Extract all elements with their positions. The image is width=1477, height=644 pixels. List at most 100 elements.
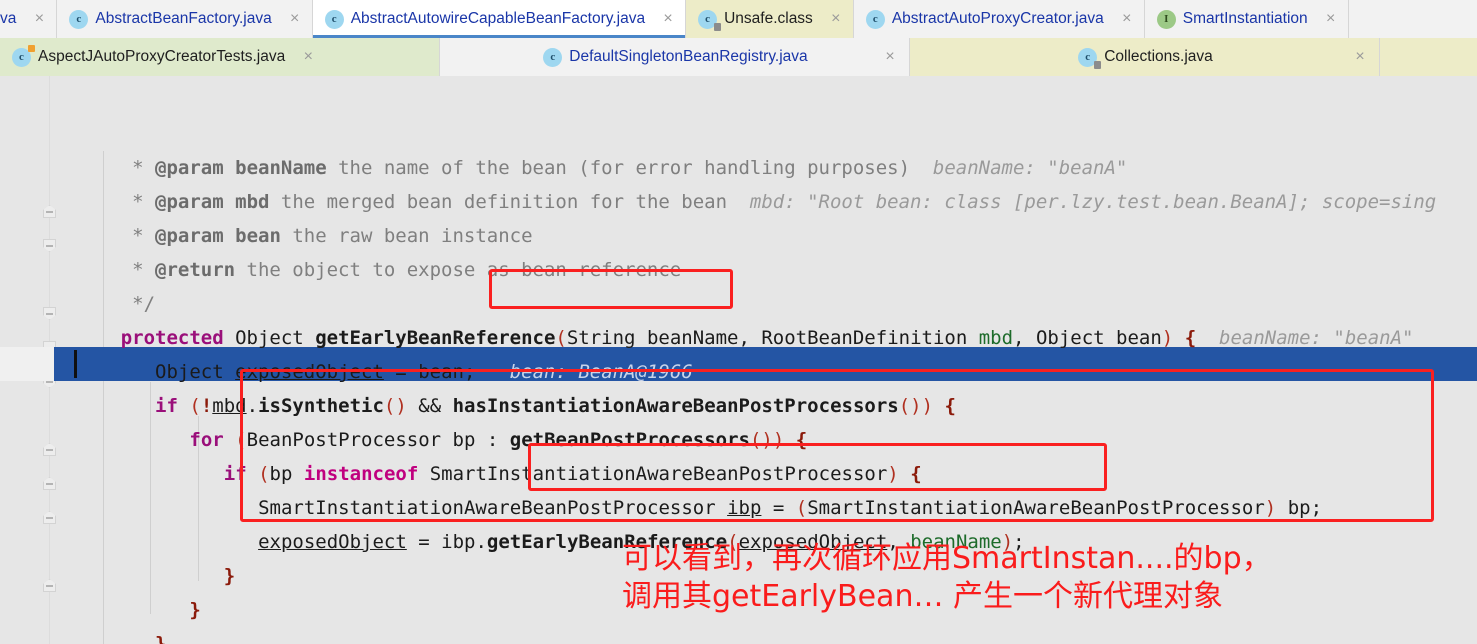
editor-tab-label: AbstractAutowireCapableBeanFactory.java [350,10,646,27]
editor-tab-label: va [0,10,17,27]
code-token: ; [1310,497,1323,519]
java-test-class-icon: c [12,44,35,67]
code-line[interactable]: * @return the object to expose as bean r… [0,253,1477,287]
code-line-content: Object exposedObject = bean; bean: BeanA… [0,361,693,383]
editor-tab-bar-row-1[interactable]: va × c AbstractBeanFactory.java × c AbstractAu… [0,0,1477,38]
code-token: SmartInstantiationAwareBeanPostProcessor [258,497,716,519]
code-token: isSynthetic [258,395,384,417]
code-token: ( [555,327,567,349]
close-icon[interactable]: × [1353,49,1367,65]
editor-tab[interactable]: c AbstractAutowireCapableBeanFactory.java… [312,0,687,38]
code-token: { [795,429,808,451]
close-icon[interactable]: × [32,11,46,27]
code-token: Object [1035,327,1105,349]
code-token: */ [132,293,156,315]
code-token: ( [189,395,201,417]
code-token: = [761,497,796,519]
parameter-inlay-hint: mbd: "Root bean: class [per.lzy.test.bea… [727,191,1437,213]
code-token: getEarlyBeanReference [315,327,556,349]
code-token: bean [1116,327,1162,349]
code-token: () [383,395,407,417]
editor-tab[interactable]: I SmartInstantiation × [1144,0,1349,38]
close-icon[interactable]: × [1324,11,1338,27]
code-token: { [944,395,956,417]
editor-tab[interactable]: c AspectJAutoProxyCreatorTests.java × [0,38,440,76]
close-icon[interactable]: × [1120,11,1134,27]
close-icon[interactable]: × [288,11,302,27]
code-token: for [189,429,224,451]
java-interface-icon: I [1156,9,1176,29]
code-token: SmartInstantiationAwareBeanPostProcessor [807,497,1265,519]
code-token: if [223,463,247,485]
code-editor[interactable]: * @param beanName the name of the bean (… [0,76,1477,644]
code-line[interactable]: if (!mbd.isSynthetic() && hasInstantiati… [0,389,1477,423]
code-token: ibp [727,497,762,519]
code-token: ! [200,395,213,417]
code-token: ) [921,395,934,417]
code-token: bean [235,225,281,247]
code-token: mbd [235,191,270,213]
annotation-note-line: 调用其getEarlyBean… 产生一个新代理对象 [622,579,1223,614]
code-token: = [383,361,419,383]
editor-tab-label: AspectJAutoProxyCreatorTests.java [38,48,286,65]
editor-tab-label: DefaultSingletonBeanRegistry.java [569,48,808,65]
close-icon[interactable]: × [301,49,315,65]
code-token: && [406,395,453,417]
code-token: } [155,633,167,644]
tab-bar-filler [1380,38,1477,76]
code-token: } [189,599,201,621]
code-line[interactable]: Object exposedObject = bean; bean: BeanA… [0,355,1477,389]
editor-tab[interactable]: c AbstractBeanFactory.java × [57,0,313,38]
code-token: if [155,395,178,417]
code-token: * [132,259,156,281]
java-class-icon: c [69,9,89,29]
parameter-inlay-hint: bean: BeanA@1966 [475,361,693,383]
editor-tab[interactable]: c Collections.java × [910,38,1380,76]
code-line-content: } [0,565,235,587]
code-line-content: } [0,633,167,644]
code-line[interactable]: * @param bean the raw bean instance [0,219,1477,253]
code-line[interactable]: * @param mbd the merged bean definition … [0,185,1477,219]
code-token: { [1184,327,1197,349]
editor-tab[interactable]: c DefaultSingletonBeanRegistry.java × [440,38,910,76]
java-class-icon: c [543,47,563,67]
code-token: bp [269,463,293,485]
close-icon[interactable]: × [661,11,675,27]
code-line[interactable]: SmartInstantiationAwareBeanPostProcessor… [0,491,1477,525]
code-token: Object [155,361,224,383]
code-line[interactable]: */ [0,287,1477,321]
editor-tab[interactable]: c Unsafe.class × [686,0,854,38]
code-token: SmartInstantiationAwareBeanPostProcessor [429,463,888,485]
code-token: String [566,327,636,349]
parameter-inlay-hint: beanName: "beanA" [1196,327,1414,349]
code-line-content: for (BeanPostProcessor bp : getBeanPostP… [0,429,807,451]
code-token: the name of the bean (for error handling… [326,157,911,179]
editor-tab[interactable]: va × [0,0,58,38]
code-line[interactable]: } [0,627,1477,644]
code-token: ; [463,361,476,383]
code-token: the raw bean instance [280,225,533,247]
editor-tab-label: SmartInstantiation [1182,10,1308,27]
code-line[interactable]: protected Object getEarlyBeanReference(S… [0,321,1477,355]
code-token: * [132,157,156,179]
code-line[interactable]: * @param beanName the name of the bean (… [0,151,1477,185]
close-icon[interactable]: × [829,11,843,27]
java-class-locked-icon: c [698,9,722,31]
editor-tab[interactable]: c AbstractAutoProxyCreator.java × [853,0,1145,38]
code-line-content: */ [0,293,155,315]
close-icon[interactable]: × [883,49,897,65]
code-token: . [475,531,487,553]
code-line[interactable]: for (BeanPostProcessor bp : getBeanPostP… [0,423,1477,457]
code-line-content: * @return the object to expose as bean r… [0,259,681,281]
code-line[interactable]: if (bp instanceof SmartInstantiationAwar… [0,457,1477,491]
editor-tab-bar-row-2[interactable]: c AspectJAutoProxyCreatorTests.java × c Defa… [0,38,1477,76]
code-token: exposedObject [258,531,407,553]
code-token: @return [155,259,236,281]
code-token: bp [452,429,476,451]
